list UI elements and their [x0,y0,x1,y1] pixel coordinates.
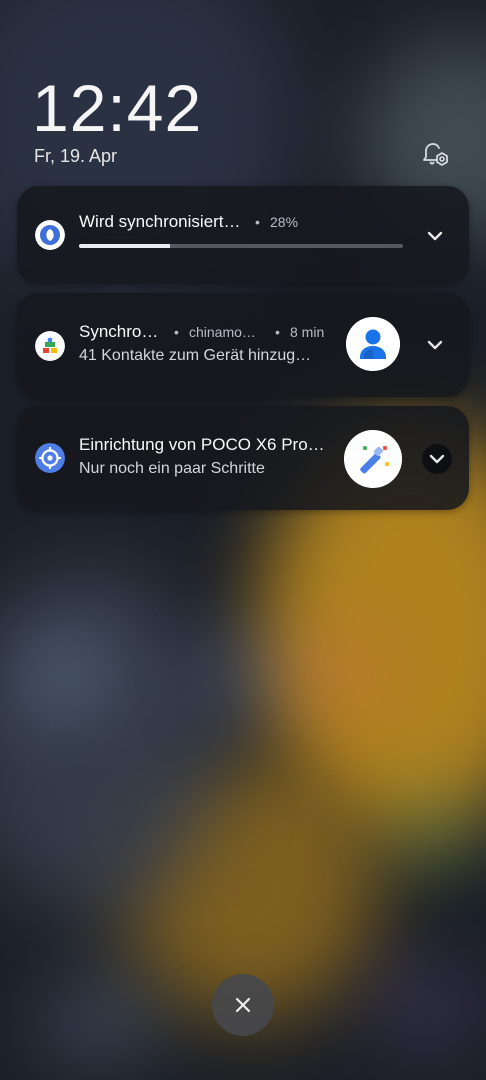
wallpaper-blob [20,640,110,710]
person-avatar-icon [346,317,400,371]
chevron-down-icon[interactable] [420,330,450,360]
notification-contacts-sync[interactable]: Synchro… • chinamo… • 8 min 41 Kontakte … [17,293,469,397]
google-contacts-sync-icon [35,331,65,361]
sync-progress-fill [79,244,170,248]
chevron-down-icon[interactable] [422,444,452,474]
sync-app-icon [35,220,65,250]
clear-notifications-button[interactable] [212,974,274,1036]
chevron-down-icon[interactable] [420,221,450,251]
notification-sync-progress[interactable]: Wird synchronisiert… • 28% [17,186,469,284]
wallpaper-blob [40,980,160,1060]
notification-settings-icon[interactable] [420,140,450,170]
notification-title: Wird synchronisiert… [79,212,241,231]
notification-text: Nur noch ein paar Schritte [79,460,265,477]
wallpaper-blob [290,640,380,710]
notification-device-setup[interactable]: Einrichtung von POCO X6 Pro… Nur noch ei… [17,406,469,510]
separator-dot: • [174,324,179,340]
close-icon [235,997,251,1013]
progress-percent: 28% [270,214,299,230]
magic-wand-icon [344,430,402,488]
wallpaper-blob [390,790,480,870]
wallpaper-blob [370,960,480,1050]
sync-progress-bar [79,244,403,248]
separator-dot: • [275,324,280,340]
notification-title: Einrichtung von POCO X6 Pro… [79,435,325,454]
separator-dot: • [255,214,260,230]
notification-time: 8 min [290,324,325,340]
account-name: chinamo… [189,324,256,340]
settings-gear-icon [35,443,65,473]
lockscreen-date: Fr, 19. Apr [34,146,118,166]
wallpaper-blob [200,640,290,710]
lockscreen-clock: 12:42 [32,71,203,145]
notification-title: Synchro… [79,322,159,341]
notification-text: 41 Kontakte zum Gerät hinzug… [79,347,312,364]
